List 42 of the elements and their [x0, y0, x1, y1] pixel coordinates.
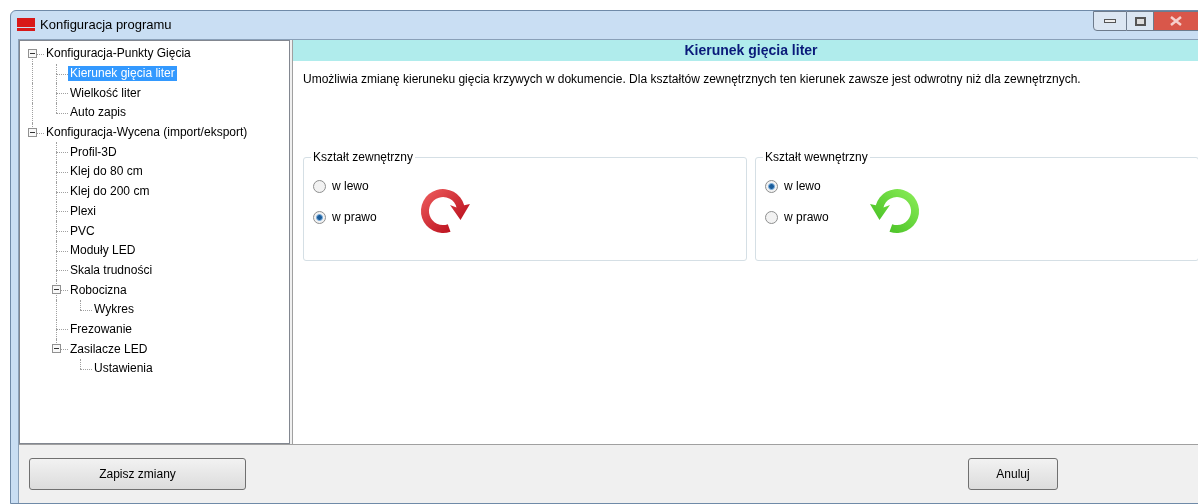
- close-button[interactable]: [1153, 11, 1198, 31]
- radio-option[interactable]: w prawo: [765, 208, 865, 226]
- tree-item[interactable]: Skala trudności: [68, 262, 155, 278]
- radio-button[interactable]: [313, 179, 326, 193]
- cancel-button[interactable]: Anuluj: [968, 458, 1058, 490]
- tree-item[interactable]: Moduły LED: [68, 243, 138, 259]
- tree-item[interactable]: Ustawienia: [92, 361, 155, 377]
- radio-option[interactable]: w prawo: [313, 208, 413, 226]
- group-title: Kształt zewnętrzny: [312, 149, 415, 166]
- collapse-icon[interactable]: [52, 344, 61, 354]
- tree-item[interactable]: Konfiguracja-Punkty Gięcia: [44, 46, 193, 62]
- tree-item[interactable]: Wielkość liter: [68, 85, 143, 101]
- tree-item[interactable]: Auto zapis: [68, 105, 129, 121]
- app-logo-icon: [17, 18, 35, 32]
- collapse-icon[interactable]: [28, 127, 37, 137]
- radio-option[interactable]: w lewo: [313, 177, 413, 195]
- radio-option[interactable]: w lewo: [765, 177, 865, 195]
- tree-item[interactable]: Frezowanie: [68, 321, 135, 337]
- tree-item[interactable]: Konfiguracja-Wycena (import/eksport): [44, 125, 250, 141]
- tree-item[interactable]: Klej do 80 cm: [68, 164, 145, 180]
- description-text: Umożliwia zmianę kieruneku gięcia krzywych w dokumencie. Dla kształtów zewnętrznych ten kierunek zawsze jest odwrotny niż dla zewnętrznych.: [303, 72, 1082, 87]
- maximize-icon: [1134, 16, 1146, 26]
- tree-item[interactable]: PVC: [68, 223, 97, 239]
- collapse-icon[interactable]: [28, 49, 37, 58]
- collapse-icon[interactable]: [52, 285, 61, 295]
- radio-button[interactable]: [313, 210, 326, 224]
- tree-item[interactable]: Wykres: [92, 302, 136, 318]
- panel-title: Kierunek gięcia liter: [684, 41, 818, 60]
- tree-item[interactable]: Klej do 200 cm: [68, 184, 152, 200]
- close-icon: [1170, 16, 1182, 26]
- minimize-icon: [1104, 19, 1116, 23]
- tree-item[interactable]: Profil-3D: [68, 144, 119, 160]
- tree-item[interactable]: Zasilacze LED: [68, 341, 150, 357]
- save-button[interactable]: Zapisz zmiany: [29, 458, 246, 490]
- group-title: Kształt wewnętrzny: [764, 149, 869, 166]
- maximize-button[interactable]: [1127, 11, 1153, 31]
- tree-item[interactable]: Plexi: [68, 203, 98, 219]
- radio-button[interactable]: [765, 179, 778, 193]
- minimize-button[interactable]: [1093, 11, 1127, 31]
- radio-button[interactable]: [765, 210, 778, 224]
- tree-item[interactable]: Robocizna: [68, 282, 129, 298]
- window-title: Konfiguracja programu: [40, 16, 172, 35]
